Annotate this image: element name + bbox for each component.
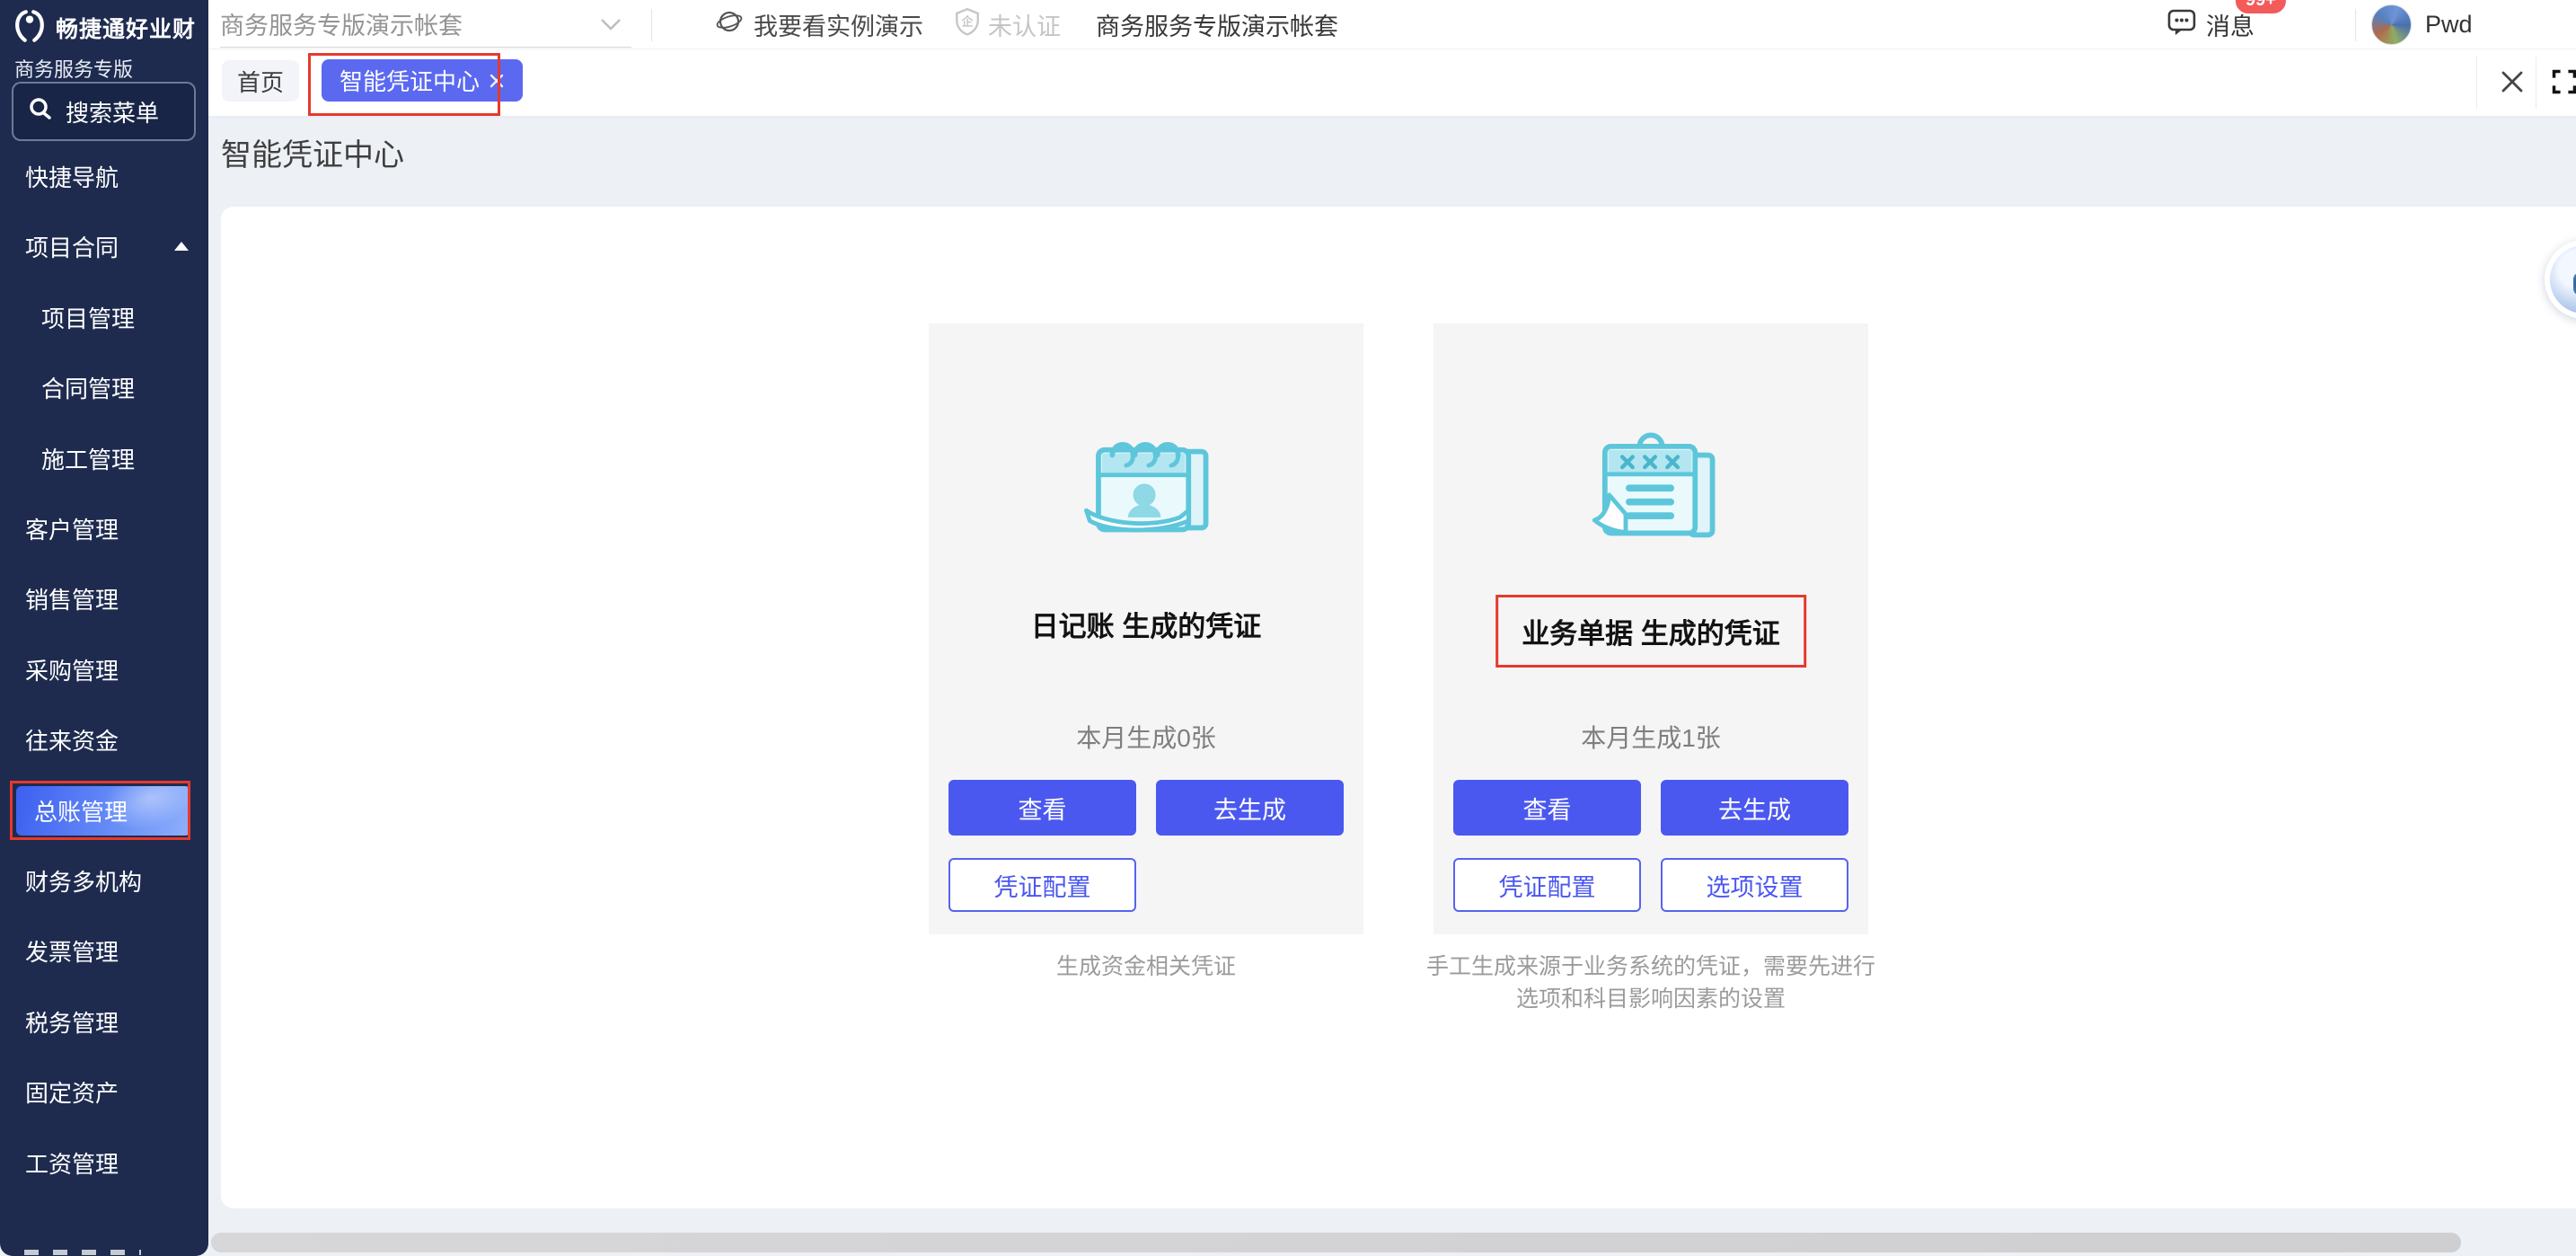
message-bubble-icon xyxy=(2166,6,2197,43)
sidebar-item-sales-mgmt[interactable]: 销售管理 xyxy=(0,563,208,633)
options-settings-button[interactable]: 选项设置 xyxy=(1661,858,1848,912)
sidebar-item-partially-visible[interactable] xyxy=(24,1250,141,1255)
close-icon xyxy=(2499,68,2526,95)
divider xyxy=(651,9,652,41)
card-business-doc-vouchers: 业务单据 生成的凭证 本月生成1张 查看 去生成 凭证配置 选项设置 xyxy=(1434,323,1868,934)
sidebar-item-purchase-mgmt[interactable]: 采购管理 xyxy=(0,634,208,704)
sidebar-item-project-contract[interactable]: 项目合同 xyxy=(0,211,208,281)
journal-calendar-icon xyxy=(1072,419,1221,544)
user-avatar[interactable] xyxy=(2371,4,2412,45)
voucher-config-button[interactable]: 凭证配置 xyxy=(948,858,1136,912)
fullscreen-icon xyxy=(2551,68,2576,95)
card-caption: 生成资金相关凭证 xyxy=(929,951,1363,983)
card-journal-vouchers: 日记账 生成的凭证 本月生成0张 查看 去生成 凭证配置 xyxy=(929,323,1363,934)
app-logo: 畅捷通好业财 xyxy=(11,7,196,49)
card-title: 日记账 生成的凭证 xyxy=(929,604,1363,644)
annotation-box-card-title: 业务单据 生成的凭证 xyxy=(1495,595,1806,668)
demo-eye-icon xyxy=(716,8,743,41)
main-content: 智能凭证中心 xyxy=(208,118,2576,1256)
view-button[interactable]: 查看 xyxy=(948,780,1136,836)
sidebar-item-fixed-assets[interactable]: 固定资产 xyxy=(0,1057,208,1127)
tab-close-icon[interactable] xyxy=(489,73,505,89)
tab-home[interactable]: 首页 xyxy=(222,60,299,102)
company-name: 商务服务专版演示帐套 xyxy=(1096,0,1338,49)
card-count: 本月生成0张 xyxy=(929,719,1363,755)
svg-text:企: 企 xyxy=(961,14,974,28)
sidebar-item-general-ledger[interactable]: 总账管理 xyxy=(0,775,208,845)
app-logo-icon xyxy=(11,7,49,49)
generate-button[interactable]: 去生成 xyxy=(1156,780,1344,836)
chevron-up-icon xyxy=(174,242,189,251)
sidebar-item-tax-mgmt[interactable]: 税务管理 xyxy=(0,986,208,1057)
app-name: 畅捷通好业财 xyxy=(56,12,196,44)
sidebar-item-quick-nav[interactable]: 快捷导航 xyxy=(0,141,208,211)
sidebar-item-contract-mgmt[interactable]: 合同管理 xyxy=(0,352,208,422)
page-title: 智能凭证中心 xyxy=(221,130,404,174)
chevron-down-icon xyxy=(599,16,622,32)
sidebar-item-customer-mgmt[interactable]: 客户管理 xyxy=(0,493,208,563)
certification-status[interactable]: 企 未认证 xyxy=(954,0,1061,49)
robot-icon xyxy=(2550,245,2576,314)
sidebar-search-input[interactable]: 搜索菜单 xyxy=(12,82,196,141)
search-placeholder: 搜索菜单 xyxy=(66,95,159,128)
generate-button[interactable]: 去生成 xyxy=(1661,780,1848,836)
tab-smart-voucher-center[interactable]: 智能凭证中心 xyxy=(322,59,523,102)
sidebar-item-finance-multi-org[interactable]: 财务多机构 xyxy=(0,845,208,915)
divider xyxy=(2355,9,2356,41)
sidebar-item-invoice-mgmt[interactable]: 发票管理 xyxy=(0,915,208,986)
content-panel: 日记账 生成的凭证 本月生成0张 查看 去生成 凭证配置 生成资金相关凭证 xyxy=(221,207,2576,1208)
sidebar-item-funds[interactable]: 往来资金 xyxy=(0,704,208,774)
voucher-config-button[interactable]: 凭证配置 xyxy=(1453,858,1641,912)
horizontal-scrollbar-thumb[interactable] xyxy=(211,1233,2461,1252)
user-name[interactable]: Pwd xyxy=(2425,0,2473,49)
app-edition: 商务服务专版 xyxy=(14,54,133,83)
close-all-tabs-button[interactable] xyxy=(2490,58,2535,105)
account-set-dropdown[interactable]: 商务服务专版演示帐套 xyxy=(220,0,631,48)
sidebar: 畅捷通好业财 商务服务专版 搜索菜单 快捷导航 项目合同 项目管理 合同管理 施… xyxy=(0,0,208,1256)
tab-bar: 首页 智能凭证中心 xyxy=(208,49,2576,118)
view-button[interactable]: 查看 xyxy=(1453,780,1641,836)
topbar: 商务服务专版演示帐套 我要看实例演示 企 未认证 商务服务专版演示帐套 xyxy=(208,0,2576,49)
search-icon xyxy=(28,96,53,128)
business-document-icon xyxy=(1577,419,1725,549)
sidebar-item-project-mgmt[interactable]: 项目管理 xyxy=(0,282,208,352)
divider xyxy=(2476,57,2477,109)
card-title: 业务单据 生成的凭证 xyxy=(1522,618,1780,650)
fullscreen-button[interactable] xyxy=(2542,58,2576,105)
card-caption: 手工生成来源于业务系统的凭证，需要先进行选项和科目影响因素的设置 xyxy=(1426,951,1875,1015)
card-count: 本月生成1张 xyxy=(1434,719,1868,755)
messages-count-badge: 99+ xyxy=(2234,0,2288,15)
sidebar-item-construction-mgmt[interactable]: 施工管理 xyxy=(0,423,208,493)
shield-enterprise-icon: 企 xyxy=(954,7,981,42)
demo-link[interactable]: 我要看实例演示 xyxy=(716,0,923,49)
sidebar-item-payroll-mgmt[interactable]: 工资管理 xyxy=(0,1128,208,1198)
